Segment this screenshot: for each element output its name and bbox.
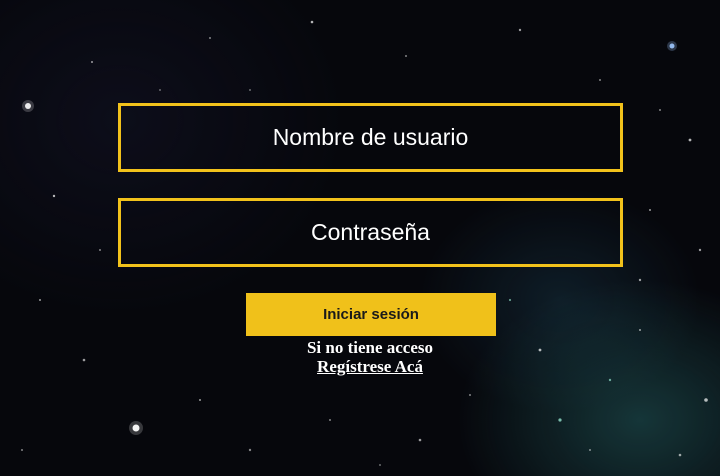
login-button[interactable]: Iniciar sesión xyxy=(246,293,496,336)
no-access-text: Si no tiene acceso xyxy=(306,338,434,357)
password-field[interactable] xyxy=(118,198,623,267)
register-link[interactable]: Regístrese Acá xyxy=(317,357,423,376)
username-field[interactable] xyxy=(118,103,623,172)
username-input[interactable] xyxy=(121,106,620,169)
password-input[interactable] xyxy=(121,201,620,264)
register-link-container: Regístrese Acá xyxy=(0,357,720,376)
